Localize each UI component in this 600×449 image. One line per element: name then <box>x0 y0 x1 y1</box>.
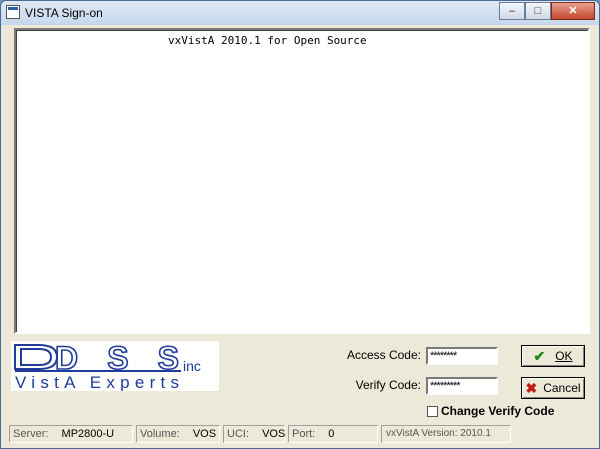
uci-value: VOS <box>262 428 286 440</box>
window-title: VISTA Sign-on <box>25 6 103 20</box>
status-port: Port: 0 <box>288 425 378 443</box>
cancel-button-label: Cancel <box>543 381 581 395</box>
status-volume: Volume: VOS <box>136 425 220 443</box>
maximize-icon: □ <box>534 5 542 17</box>
change-verify-checkbox[interactable] <box>427 406 438 417</box>
version-text: vxVistA Version: 2010.1 <box>386 428 491 439</box>
access-code-label: Access Code: <box>346 348 421 362</box>
x-icon: ✖ <box>525 379 538 396</box>
status-uci: UCI: VOS <box>223 425 285 443</box>
verify-code-field[interactable]: ********* <box>426 377 498 395</box>
port-label: Port: <box>292 428 316 440</box>
close-button[interactable]: ✕ <box>551 2 595 20</box>
minimize-icon: – <box>508 5 516 17</box>
client-area: vxVistA 2010.1 for Open Source DSS inc V… <box>7 25 593 444</box>
status-server: Server: MP2800-U <box>9 425 133 443</box>
logo-text-inc: inc <box>183 358 201 374</box>
checkmark-icon: ✔ <box>533 347 546 364</box>
vista-signon-window: VISTA Sign-on – □ ✕ vxVistA 2010.1 for O… <box>0 0 600 449</box>
volume-value: VOS <box>192 428 217 440</box>
cancel-button[interactable]: ✖ Cancel <box>521 377 585 399</box>
window-controls: – □ ✕ <box>499 2 595 20</box>
server-value: MP2800-U <box>61 428 115 440</box>
app-icon <box>6 5 20 19</box>
close-icon: ✕ <box>568 5 578 17</box>
verify-code-label: Verify Code: <box>355 378 421 392</box>
minimize-button[interactable]: – <box>499 2 525 20</box>
uci-label: UCI: <box>227 428 249 440</box>
access-code-field[interactable]: ******** <box>426 347 498 365</box>
change-verify-label[interactable]: Change Verify Code <box>441 404 554 418</box>
ok-button-label: OK <box>555 349 573 363</box>
message-console[interactable]: vxVistA 2010.1 for Open Source <box>14 28 590 334</box>
ok-button[interactable]: ✔ OK <box>521 345 585 367</box>
dss-logo-graphic: DSS inc VistA Experts <box>14 341 201 391</box>
status-version: vxVistA Version: 2010.1 <box>381 425 511 443</box>
port-value: 0 <box>328 428 335 440</box>
console-banner: vxVistA 2010.1 for Open Source <box>168 34 367 47</box>
volume-label: Volume: <box>140 428 180 440</box>
maximize-button[interactable]: □ <box>525 2 551 20</box>
status-bar: Server: MP2800-U Volume: VOS UCI: VOS Po… <box>7 425 593 444</box>
dss-logo: DSS inc VistA Experts <box>11 341 219 391</box>
server-label: Server: <box>13 428 49 440</box>
logo-text-vistaexperts: VistA Experts <box>15 373 179 391</box>
title-bar[interactable]: VISTA Sign-on – □ ✕ <box>1 1 599 25</box>
